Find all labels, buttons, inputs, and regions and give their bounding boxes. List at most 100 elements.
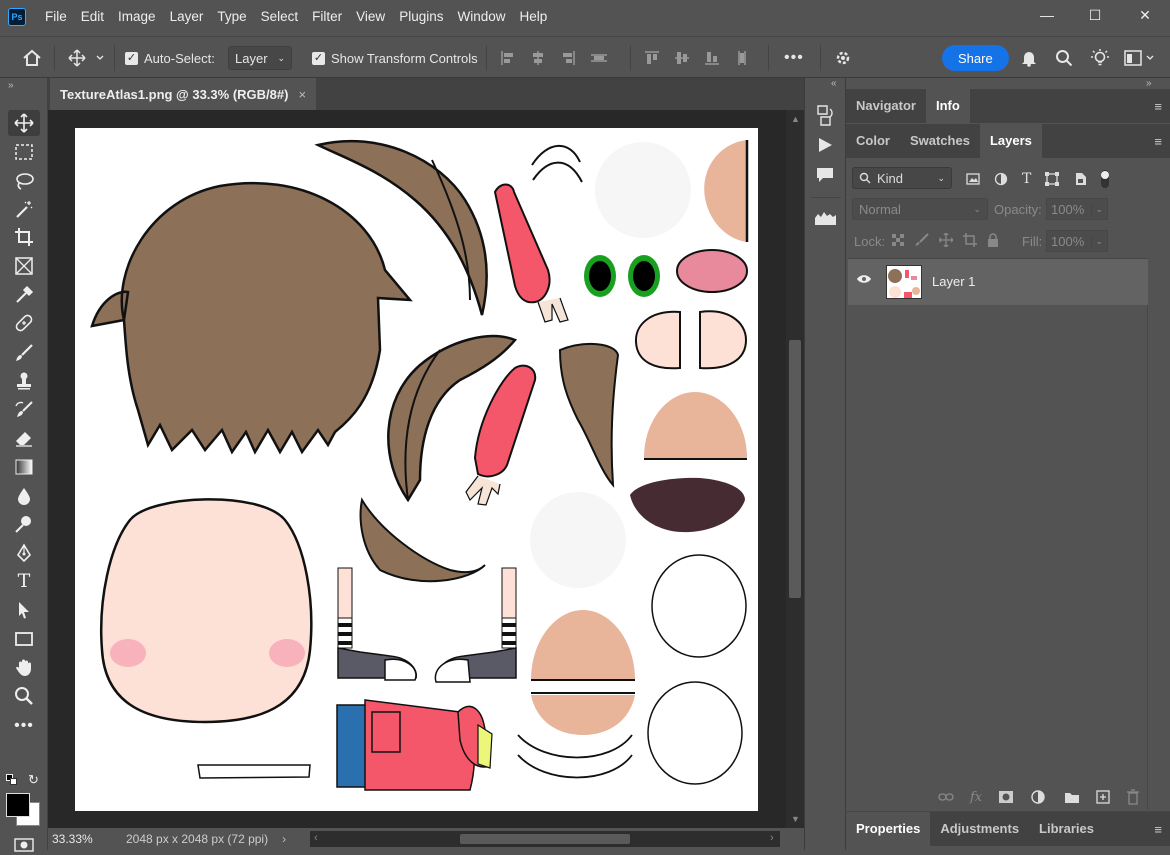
blur-tool-icon[interactable] <box>8 483 40 509</box>
pen-tool-icon[interactable] <box>8 540 40 566</box>
layer-mask-icon[interactable] <box>998 790 1014 804</box>
tab-color[interactable]: Color <box>846 124 900 158</box>
lock-artboard-icon[interactable] <box>963 233 977 247</box>
eraser-tool-icon[interactable] <box>8 425 40 451</box>
scroll-left-icon[interactable]: ‹ <box>314 832 318 844</box>
workspace-icon[interactable] <box>1124 37 1156 79</box>
align-right-icon[interactable] <box>560 50 576 66</box>
default-colors-icon[interactable] <box>6 774 18 786</box>
move-tool-icon[interactable] <box>8 110 40 136</box>
menu-help[interactable]: Help <box>512 0 554 34</box>
more-options-button[interactable]: ••• <box>784 37 804 79</box>
brush-tool-icon[interactable] <box>8 340 40 366</box>
tab-adjustments[interactable]: Adjustments <box>930 812 1029 846</box>
histogram-icon[interactable] <box>814 210 836 229</box>
image-canvas[interactable] <box>75 128 758 811</box>
link-layers-icon[interactable] <box>938 792 954 802</box>
lasso-tool-icon[interactable] <box>8 168 40 194</box>
gradient-tool-icon[interactable] <box>8 454 40 480</box>
close-window-button[interactable]: ✕ <box>1120 0 1170 30</box>
scroll-up-icon[interactable]: ▲ <box>791 114 800 124</box>
tab-swatches[interactable]: Swatches <box>900 124 980 158</box>
menu-type[interactable]: Type <box>210 0 253 34</box>
tab-info[interactable]: Info <box>925 89 970 123</box>
actions-play-icon[interactable] <box>816 136 834 157</box>
swap-colors-icon[interactable]: ↻ <box>28 772 39 788</box>
align-bottom-icon[interactable] <box>704 50 720 66</box>
menu-window[interactable]: Window <box>450 0 512 34</box>
distribute-vertical-icon[interactable] <box>734 50 750 66</box>
menu-view[interactable]: View <box>349 0 392 34</box>
panel-menu-icon[interactable]: ≡ <box>1154 134 1162 149</box>
hand-tool-icon[interactable] <box>8 654 40 680</box>
comments-icon[interactable] <box>815 166 835 187</box>
menu-edit[interactable]: Edit <box>74 0 111 34</box>
home-icon[interactable] <box>22 37 42 79</box>
smart-object-filter-icon[interactable] <box>1073 172 1087 186</box>
filter-toggle-switch[interactable] <box>1101 170 1110 188</box>
expand-arrows-icon[interactable]: « <box>831 78 837 89</box>
history-brush-icon[interactable] <box>8 397 40 423</box>
minimize-button[interactable]: — <box>1022 0 1072 30</box>
align-middle-icon[interactable] <box>674 50 690 66</box>
auto-select-dropdown[interactable]: Layer ⌄ <box>228 37 292 79</box>
adjustment-layer-icon[interactable] <box>1030 789 1048 805</box>
gear-icon[interactable] <box>834 37 852 79</box>
tab-layers[interactable]: Layers <box>979 124 1042 158</box>
menu-select[interactable]: Select <box>254 0 306 34</box>
collapse-arrows-icon[interactable]: » <box>8 80 14 91</box>
auto-select-checkbox[interactable]: ✓ Auto-Select: <box>125 37 215 79</box>
status-menu-arrow-icon[interactable]: › <box>282 832 286 846</box>
more-tools-icon[interactable]: ••• <box>8 713 40 739</box>
scroll-right-icon[interactable]: › <box>770 832 774 844</box>
share-button[interactable]: Share <box>942 45 1009 71</box>
align-top-icon[interactable] <box>644 50 660 66</box>
eye-visibility-icon[interactable] <box>856 273 872 288</box>
document-tab[interactable]: TextureAtlas1.png @ 33.3% (RGB/8#) × <box>50 78 317 110</box>
fill-field[interactable]: 100% ⌄ <box>1046 230 1108 252</box>
eyedropper-icon[interactable] <box>8 282 40 308</box>
move-tool-preset-icon[interactable] <box>68 37 104 79</box>
align-left-icon[interactable] <box>500 50 516 66</box>
close-tab-button[interactable]: × <box>298 87 306 102</box>
menu-layer[interactable]: Layer <box>163 0 211 34</box>
search-icon[interactable] <box>1055 37 1073 79</box>
horizontal-scroll-thumb[interactable] <box>460 834 630 844</box>
scroll-down-icon[interactable]: ▼ <box>791 814 800 824</box>
bell-icon[interactable] <box>1020 37 1038 79</box>
marquee-tool-icon[interactable] <box>8 139 40 165</box>
history-panel-icon[interactable] <box>815 104 835 129</box>
lock-brush-icon[interactable] <box>915 233 929 247</box>
tab-properties[interactable]: Properties <box>846 812 931 846</box>
healing-brush-icon[interactable] <box>8 310 40 336</box>
clone-stamp-icon[interactable] <box>8 368 40 394</box>
align-center-icon[interactable] <box>530 50 546 66</box>
distribute-horizontal-icon[interactable] <box>590 50 608 66</box>
pixel-filter-icon[interactable] <box>966 173 980 185</box>
lock-transparent-icon[interactable] <box>892 233 905 247</box>
tab-libraries[interactable]: Libraries <box>1029 812 1104 846</box>
menu-file[interactable]: File <box>38 0 74 34</box>
lock-all-icon[interactable] <box>987 233 999 247</box>
lock-position-icon[interactable] <box>939 233 953 247</box>
layer-name[interactable]: Layer 1 <box>932 274 975 289</box>
panel-menu-icon[interactable]: ≡ <box>1154 99 1162 114</box>
shape-filter-icon[interactable] <box>1045 172 1060 186</box>
dodge-tool-icon[interactable] <box>8 511 40 537</box>
magic-wand-icon[interactable] <box>8 196 40 222</box>
trash-icon[interactable] <box>1126 789 1140 805</box>
type-tool-icon[interactable]: T <box>8 568 40 594</box>
quick-mask-icon[interactable] <box>14 838 34 854</box>
menu-plugins[interactable]: Plugins <box>392 0 450 34</box>
type-filter-icon[interactable]: T <box>1022 171 1031 187</box>
blend-mode-dropdown[interactable]: Normal ⌄ <box>852 198 988 220</box>
new-layer-icon[interactable] <box>1096 790 1110 804</box>
opacity-field[interactable]: 100% ⌄ <box>1046 198 1108 220</box>
menu-filter[interactable]: Filter <box>305 0 349 34</box>
rectangle-tool-icon[interactable] <box>8 626 40 652</box>
collapse-panels-icon[interactable]: » <box>1146 78 1152 89</box>
tab-navigator[interactable]: Navigator <box>846 89 926 123</box>
adjustment-filter-icon[interactable] <box>994 172 1008 186</box>
layer-style-fx-icon[interactable]: fx <box>970 790 982 805</box>
maximize-button[interactable]: ☐ <box>1070 0 1120 30</box>
